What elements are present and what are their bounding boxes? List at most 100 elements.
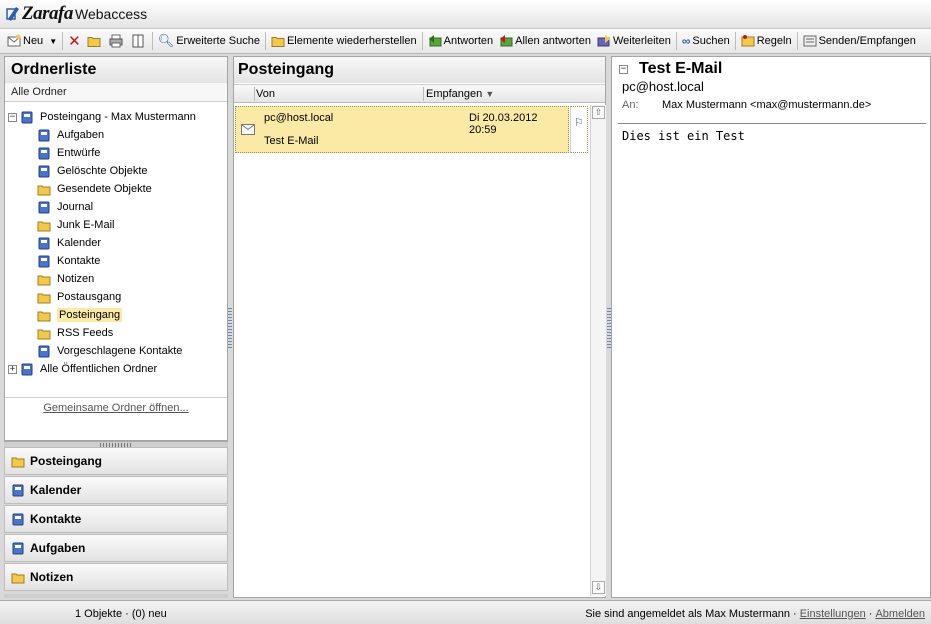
rules-label: Regeln	[756, 35, 792, 47]
logout-link[interactable]: Abmelden	[875, 608, 925, 620]
nav-label: Notizen	[30, 570, 74, 584]
nav-kontakte[interactable]: Kontakte	[4, 505, 228, 533]
preview-pane: − Test E-Mail pc@host.local An: Max Must…	[611, 56, 931, 598]
separator-dot: ·	[868, 608, 873, 620]
folder-journal[interactable]: Journal	[37, 198, 93, 216]
binoculars-icon: ∞	[681, 34, 691, 48]
folder-label: Journal	[57, 201, 94, 213]
folder-geloeschte[interactable]: Gelöschte Objekte	[37, 162, 148, 180]
calendar-icon	[37, 237, 51, 250]
tree-public-folders[interactable]: + Alle Öffentlichen Ordner	[8, 360, 157, 378]
sort-desc-icon: ▼	[485, 89, 495, 99]
search-label: Suchen	[692, 35, 730, 47]
advanced-search-button[interactable]: 🔍︎ Erweiterte Suche	[155, 31, 263, 51]
notes-icon	[37, 273, 51, 286]
magnifier-icon: 🔍︎	[157, 33, 175, 48]
folder-notizen[interactable]: Notizen	[37, 270, 94, 288]
folder-kalender[interactable]: Kalender	[37, 234, 101, 252]
folder-vorgeschlagene[interactable]: Vorgeschlagene Kontakte	[37, 342, 182, 360]
toolbar-separator	[675, 32, 677, 50]
column-received[interactable]: Empfangen ▼	[426, 88, 494, 100]
tasks-icon	[37, 129, 51, 142]
nav-notizen[interactable]: Notizen	[4, 563, 228, 591]
reply-all-button[interactable]: Allen antworten	[496, 31, 594, 51]
collapse-header-icon[interactable]: −	[619, 64, 628, 74]
nav-kalender[interactable]: Kalender	[4, 476, 228, 504]
preview-subject: Test E-Mail	[639, 60, 723, 77]
forward-button[interactable]: Weiterleiten	[594, 31, 674, 51]
app-name: Webaccess	[75, 6, 148, 22]
print-icon	[109, 34, 123, 48]
preview-sender[interactable]: pc@host.local	[622, 79, 704, 94]
folder-label: Kontakte	[57, 255, 101, 267]
all-folders-selector[interactable]: Alle Ordner	[5, 83, 227, 102]
forward-icon	[597, 35, 610, 47]
nav-footer	[4, 594, 228, 598]
scroll-up-icon[interactable]: ⇧	[592, 106, 605, 119]
delete-button[interactable]: ✕	[65, 31, 84, 51]
left-resize-handle[interactable]	[228, 308, 232, 348]
reply-all-label: Allen antworten	[515, 35, 591, 47]
rules-button[interactable]: Regeln	[738, 31, 795, 51]
reply-button[interactable]: Antworten	[425, 31, 497, 51]
send-receive-icon	[803, 35, 817, 47]
flag-icon[interactable]: ⚐	[570, 106, 588, 153]
nav-label: Kontakte	[30, 512, 82, 526]
folder-gesendete[interactable]: Gesendete Objekte	[37, 180, 152, 198]
folder-junk[interactable]: Junk E-Mail	[37, 216, 114, 234]
logo-text: Zarafa	[22, 3, 73, 24]
folder-postausgang[interactable]: Postausgang	[37, 288, 121, 306]
folder-label: Aufgaben	[57, 129, 105, 141]
folder-label: Notizen	[57, 273, 95, 285]
tasks-icon	[11, 542, 25, 555]
folder-entwuerfe[interactable]: Entwürfe	[37, 144, 100, 162]
header-divider	[618, 123, 926, 124]
search-button[interactable]: ∞ Suchen	[679, 31, 733, 51]
column-from[interactable]: Von	[256, 88, 275, 100]
collapse-icon[interactable]: −	[8, 112, 17, 122]
print-button[interactable]	[106, 31, 128, 51]
folder-label-selected: Posteingang	[57, 308, 123, 322]
folder-rss[interactable]: RSS Feeds	[37, 324, 113, 342]
delete-icon: ✕	[68, 33, 81, 50]
mailbox-icon	[20, 111, 34, 124]
folder-posteingang[interactable]: Posteingang	[37, 306, 123, 324]
settings-link[interactable]: Einstellungen	[800, 608, 866, 620]
nav-aufgaben[interactable]: Aufgaben	[4, 534, 228, 562]
divider	[5, 397, 227, 398]
toolbar-separator	[62, 32, 64, 50]
nav-posteingang[interactable]: Posteingang	[4, 447, 228, 475]
folder-label: Vorgeschlagene Kontakte	[57, 345, 183, 357]
send-receive-button[interactable]: Senden/Empfangen	[800, 31, 919, 51]
title-bar: Zarafa Webaccess	[0, 0, 931, 28]
contacts-icon	[37, 255, 51, 268]
folder-kontakte[interactable]: Kontakte	[37, 252, 100, 270]
open-shared-folders-link[interactable]: Gemeinsame Ordner öffnen...	[5, 402, 227, 414]
tree-root-mailbox[interactable]: − Posteingang - Max Mustermann	[8, 108, 196, 126]
trash-icon	[37, 165, 51, 178]
move-button[interactable]	[84, 31, 106, 51]
addressbook-button[interactable]	[128, 31, 150, 51]
to-recipient[interactable]: Max Mustermann <max@mustermann.de>	[662, 99, 871, 111]
message-list-scrollbar[interactable]: ⇧ ⇩	[590, 105, 606, 596]
expand-icon[interactable]: +	[8, 364, 17, 374]
logged-in-text: Sie sind angemeldet als Max Mustermann	[585, 608, 791, 620]
new-button[interactable]: Neu ▼	[4, 31, 60, 51]
message-row[interactable]: pc@host.local Di 20.03.2012 20:59 Test E…	[235, 106, 569, 153]
contacts-icon	[11, 513, 25, 526]
message-body: Dies ist ein Test	[622, 129, 745, 143]
junk-icon	[37, 219, 51, 232]
restore-button[interactable]: Elemente wiederherstellen	[268, 31, 420, 51]
message-list-title: Posteingang	[234, 57, 605, 83]
outbox-icon	[37, 291, 51, 304]
scroll-down-icon[interactable]: ⇩	[592, 581, 605, 594]
move-folder-icon	[87, 34, 101, 48]
folder-label: Postausgang	[57, 291, 122, 303]
folder-label: Gesendete Objekte	[57, 183, 152, 195]
reply-icon	[428, 35, 442, 47]
chevron-down-icon[interactable]: ▼	[49, 37, 57, 46]
separator-dot: ·	[793, 608, 797, 620]
folder-aufgaben[interactable]: Aufgaben	[37, 126, 104, 144]
nav-label: Aufgaben	[30, 541, 86, 555]
preview-header: − Test E-Mail	[619, 60, 722, 78]
